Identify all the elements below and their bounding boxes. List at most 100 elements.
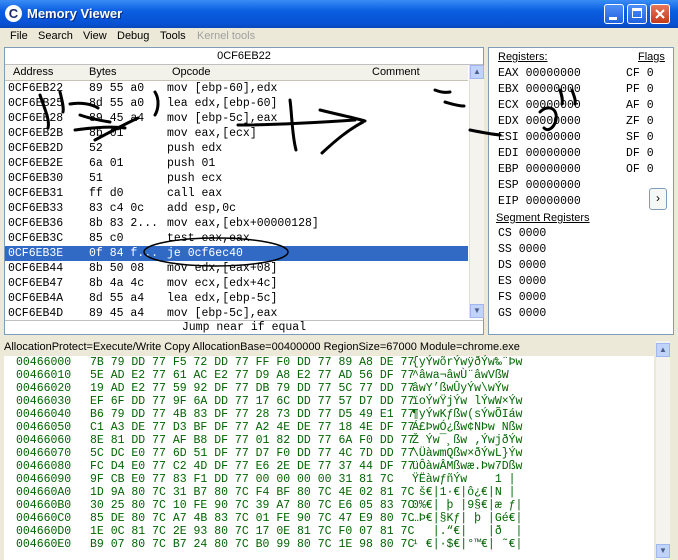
- hex-bytes: 19 AD E2 77 59 92 DF 77 DB 79 DD 77 5C 7…: [90, 382, 415, 395]
- segment-ss[interactable]: SS 0000: [498, 243, 546, 256]
- disassembler-panel: 0CF6EB22 Address Bytes Opcode Comment 0C…: [4, 47, 484, 335]
- minimize-button[interactable]: [604, 4, 624, 24]
- close-icon: [655, 9, 665, 19]
- hex-scrollbar[interactable]: ▲ ▼: [656, 341, 670, 560]
- disassembly-row[interactable]: 0CF6EB47 8b 4a 4c mov ecx,[edx+4c]: [5, 276, 468, 291]
- segment-cs[interactable]: CS 0000: [498, 227, 546, 240]
- hex-address: 004660D0: [16, 525, 72, 538]
- flag-name: SF: [626, 131, 640, 144]
- hex-row[interactable]: 004660E0 B9 07 80 7C B7 24 80 7C B0 99 80…: [4, 538, 654, 552]
- segment-fs[interactable]: FS 0000: [498, 291, 546, 304]
- disassembly-row[interactable]: 0CF6EB3C 85 c0 test eax,eax: [5, 231, 468, 246]
- disassembly-row[interactable]: 0CF6EB33 83 c4 0c add esp,0c: [5, 201, 468, 216]
- menu-view[interactable]: View: [83, 30, 107, 42]
- column-header-comment[interactable]: Comment: [372, 66, 420, 78]
- column-header-opcode[interactable]: Opcode: [172, 66, 211, 78]
- disassembly-row[interactable]: 0CF6EB2B 8b 01 mov eax,[ecx]: [5, 126, 468, 141]
- disassembly-row[interactable]: 0CF6EB44 8b 50 08 mov edx,[eax+08]: [5, 261, 468, 276]
- flag-of[interactable]: OF 0: [626, 163, 654, 176]
- hex-ascii: …Þ€|§Kƒ| þ |Gé€|: [412, 512, 523, 525]
- hex-address: 004660B0: [16, 499, 72, 512]
- hex-row[interactable]: 004660D0 1E 0C 81 7C 2E 93 80 7C 17 0E 81…: [4, 525, 654, 539]
- disassembly-row[interactable]: 0CF6EB25 8d 55 a0 lea edx,[ebp-60]: [5, 96, 468, 111]
- hex-row[interactable]: 00466000 7B 79 DD 77 F5 72 DD 77 FF F0 DD…: [4, 356, 654, 370]
- disassembly-row[interactable]: 0CF6EB2D 52 push edx: [5, 141, 468, 156]
- disassembly-row[interactable]: 0CF6EB4A 8d 55 a4 lea edx,[ebp-5c]: [5, 291, 468, 306]
- flag-sf[interactable]: SF 0: [626, 131, 654, 144]
- hex-row[interactable]: 00466060 8E 81 DD 77 AF B8 DF 77 01 82 DD…: [4, 434, 654, 448]
- register-edi[interactable]: EDI 00000000: [498, 147, 581, 160]
- register-value: 00000000: [525, 179, 581, 192]
- row-address: 0CF6EB33: [8, 202, 64, 215]
- hex-row[interactable]: 00466010 5E AD E2 77 61 AC E2 77 D9 A8 E2…: [4, 369, 654, 383]
- disassembly-row[interactable]: 0CF6EB28 89 45 a4 mov [ebp-5c],eax: [5, 111, 468, 126]
- segment-gs[interactable]: GS 0000: [498, 307, 546, 320]
- maximize-button[interactable]: [627, 4, 647, 24]
- menu-tools[interactable]: Tools: [160, 30, 186, 42]
- row-bytes: 8d 55 a0: [89, 97, 145, 110]
- row-opcode: add esp,0c: [167, 202, 237, 215]
- hex-view[interactable]: 00466000 7B 79 DD 77 F5 72 DD 77 FF F0 DD…: [4, 356, 654, 560]
- register-ebp[interactable]: EBP 00000000: [498, 163, 581, 176]
- disassembly-row[interactable]: 0CF6EB2E 6a 01 push 01: [5, 156, 468, 171]
- menu-file[interactable]: File: [10, 30, 28, 42]
- flag-df[interactable]: DF 0: [626, 147, 654, 160]
- hex-bytes: 5C DC E0 77 6D 51 DF 77 D7 F0 DD 77 4C 7…: [90, 447, 415, 460]
- register-esi[interactable]: ESI 00000000: [498, 131, 581, 144]
- row-address: 0CF6EB4D: [8, 307, 64, 320]
- column-header-address[interactable]: Address: [13, 66, 53, 78]
- hex-scroll-down-button[interactable]: ▼: [656, 544, 670, 558]
- hex-row[interactable]: 00466050 C1 A3 DE 77 D3 BF DF 77 A2 4E DE…: [4, 421, 654, 435]
- column-header-bytes[interactable]: Bytes: [89, 66, 117, 78]
- scroll-down-button[interactable]: ▼: [470, 304, 484, 318]
- hex-row[interactable]: 004660B0 30 25 80 7C 10 FE 90 7C 39 A7 80…: [4, 499, 654, 513]
- hex-row[interactable]: 00466080 FC D4 E0 77 C2 4D DF 77 E6 2E DE…: [4, 460, 654, 474]
- disassembly-row[interactable]: 0CF6EB4D 89 45 a4 mov [ebp-5c],eax: [5, 306, 468, 321]
- register-name: EBP: [498, 163, 519, 176]
- segment-es[interactable]: ES 0000: [498, 275, 546, 288]
- disassembly-row[interactable]: 0CF6EB31 ff d0 call eax: [5, 186, 468, 201]
- hex-row[interactable]: 00466020 19 AD E2 77 59 92 DF 77 DB 79 DD…: [4, 382, 654, 396]
- hex-row[interactable]: 00466030 EF 6F DD 77 9F 6A DD 77 17 6C DD…: [4, 395, 654, 409]
- register-esp[interactable]: ESP 00000000: [498, 179, 581, 192]
- hex-row[interactable]: 004660C0 85 DE 80 7C A7 4B 83 7C 01 FE 90…: [4, 512, 654, 526]
- register-eax[interactable]: EAX 00000000: [498, 67, 581, 80]
- segment-ds[interactable]: DS 0000: [498, 259, 546, 272]
- row-opcode: mov [ebp-5c],eax: [167, 307, 278, 320]
- register-edx[interactable]: EDX 00000000: [498, 115, 581, 128]
- register-eip[interactable]: EIP 00000000: [498, 195, 581, 208]
- flag-pf[interactable]: PF 0: [626, 83, 654, 96]
- disassembler-address-header[interactable]: 0CF6EB22: [5, 48, 483, 65]
- expand-registers-button[interactable]: ›: [649, 188, 667, 210]
- hex-row[interactable]: 004660A0 1D 9A 80 7C 31 B7 80 7C F4 BF 80…: [4, 486, 654, 500]
- hex-row[interactable]: 00466070 5C DC E0 77 6D 51 DF 77 D7 F0 DD…: [4, 447, 654, 461]
- flag-cf[interactable]: CF 0: [626, 67, 654, 80]
- scroll-up-button[interactable]: ▲: [470, 65, 484, 79]
- register-ebx[interactable]: EBX 00000000: [498, 83, 581, 96]
- register-ecx[interactable]: ECX 00000000: [498, 99, 581, 112]
- disassembly-row[interactable]: 0CF6EB36 8b 83 2... mov eax,[ebx+00000128]: [5, 216, 468, 231]
- menu-search[interactable]: Search: [38, 30, 73, 42]
- hex-scroll-up-button[interactable]: ▲: [656, 343, 670, 357]
- row-bytes: 85 c0: [89, 232, 124, 245]
- row-bytes: ff d0: [89, 187, 124, 200]
- disassembly-row[interactable]: 0CF6EB30 51 push ecx: [5, 171, 468, 186]
- register-name: EAX: [498, 67, 519, 80]
- title-bar[interactable]: C Memory Viewer: [0, 0, 678, 28]
- menu-debug[interactable]: Debug: [117, 30, 149, 42]
- register-name: ECX: [498, 99, 519, 112]
- disassembly-row[interactable]: 0CF6EB22 89 55 a0 mov [ebp-60],edx: [5, 81, 468, 96]
- hex-row[interactable]: 00466090 9F CB E0 77 83 F1 DD 77 00 00 00…: [4, 473, 654, 487]
- flag-af[interactable]: AF 0: [626, 99, 654, 112]
- close-button[interactable]: [650, 4, 670, 24]
- register-value: 00000000: [525, 115, 581, 128]
- disassembly-row-selected[interactable]: 0CF6EB3E 0f 84 f... je 0cf6ec40: [5, 246, 468, 261]
- hex-ascii: \ÜàwmQßw×ðÝwL}Ýw: [412, 447, 523, 460]
- hex-bytes: EF 6F DD 77 9F 6A DD 77 17 6C DD 77 57 D…: [90, 395, 415, 408]
- flag-name: OF: [626, 163, 640, 176]
- flag-zf[interactable]: ZF 0: [626, 115, 654, 128]
- menu-kernel-tools[interactable]: Kernel tools: [197, 30, 255, 42]
- disassembler-scrollbar[interactable]: ▲ ▼: [469, 65, 484, 318]
- hex-address: 00466050: [16, 421, 72, 434]
- hex-row[interactable]: 00466040 B6 79 DD 77 4B 83 DF 77 28 73 DD…: [4, 408, 654, 422]
